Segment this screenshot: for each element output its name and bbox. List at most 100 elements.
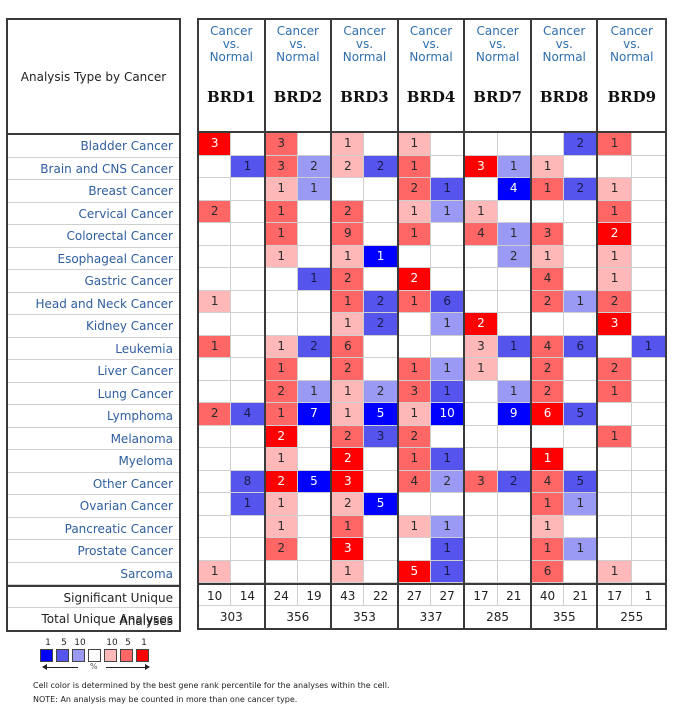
cancer-label[interactable]: Colorectal Cancer [8,225,179,248]
heatmap-cell-up[interactable]: 1 [332,290,365,312]
heatmap-cell-down[interactable]: 9 [497,403,530,425]
heatmap-cell-up[interactable]: 4 [531,470,565,492]
heatmap-cell-up[interactable]: 3 [598,313,632,335]
heatmap-cell-up[interactable]: 1 [199,290,232,312]
heatmap-cell-up[interactable]: 3 [398,380,432,402]
heatmap-cell-down[interactable]: 2 [364,380,397,402]
heatmap-cell-up[interactable]: 2 [598,223,632,245]
heatmap-cell-up[interactable]: 1 [332,245,365,267]
analysis-type-link[interactable]: Cancer vs. Normal [399,20,464,64]
heatmap-cell-up[interactable]: 2 [332,358,365,380]
heatmap-cell-down[interactable]: 1 [497,380,530,402]
heatmap-cell-up[interactable]: 4 [465,223,498,245]
heatmap-cell-up[interactable]: 1 [398,155,432,177]
heatmap-cell-down[interactable]: 1 [431,200,464,222]
heatmap-cell-up[interactable]: 2 [398,425,432,447]
heatmap-cell-up[interactable]: 3 [465,155,498,177]
heatmap-cell-down[interactable]: 1 [431,313,464,335]
heatmap-cell-down[interactable]: 1 [231,155,264,177]
heatmap-cell-up[interactable]: 1 [265,178,298,200]
heatmap-cell-down[interactable]: 1 [297,178,331,200]
heatmap-cell-up[interactable]: 1 [531,538,565,560]
heatmap-cell-up[interactable]: 1 [398,515,432,537]
heatmap-cell-down[interactable]: 1 [564,493,597,515]
heatmap-cell-up[interactable]: 1 [265,223,298,245]
heatmap-cell-down[interactable]: 2 [297,335,331,357]
cancer-label[interactable]: Ovarian Cancer [8,495,179,518]
analysis-type-link[interactable]: Cancer vs. Normal [266,20,331,64]
cancer-label[interactable]: Lung Cancer [8,383,179,405]
heatmap-cell-up[interactable]: 1 [265,493,298,515]
heatmap-cell-up[interactable]: 1 [199,335,232,357]
heatmap-cell-up[interactable]: 1 [465,200,498,222]
heatmap-cell-down[interactable]: 5 [297,470,331,492]
heatmap-cell-up[interactable]: 1 [398,223,432,245]
heatmap-cell-up[interactable]: 3 [332,470,365,492]
heatmap-cell-down[interactable]: 6 [431,290,464,312]
heatmap-cell-up[interactable]: 4 [398,470,432,492]
heatmap-cell-down[interactable]: 1 [231,493,264,515]
heatmap-cell-up[interactable]: 1 [598,268,632,290]
heatmap-cell-up[interactable]: 1 [398,290,432,312]
cancer-label[interactable]: Sarcoma [8,563,179,585]
heatmap-cell-up[interactable]: 4 [531,268,565,290]
heatmap-cell-down[interactable]: 2 [431,470,464,492]
cancer-label[interactable]: Cervical Cancer [8,203,179,225]
heatmap-cell-up[interactable]: 1 [265,448,298,470]
cancer-label[interactable]: Pancreatic Cancer [8,518,179,540]
heatmap-cell-up[interactable]: 4 [531,335,565,357]
analysis-type-link[interactable]: Cancer vs. Normal [199,20,264,64]
cancer-label[interactable]: Other Cancer [8,473,179,495]
cancer-label[interactable]: Prostate Cancer [8,540,179,563]
heatmap-cell-down[interactable]: 1 [431,380,464,402]
heatmap-cell-up[interactable]: 1 [265,200,298,222]
heatmap-cell-up[interactable]: 1 [598,178,632,200]
heatmap-cell-down[interactable]: 7 [297,403,331,425]
heatmap-cell-up[interactable]: 2 [265,470,298,492]
heatmap-cell-down[interactable]: 1 [497,335,530,357]
heatmap-cell-down[interactable]: 2 [497,470,530,492]
heatmap-cell-up[interactable]: 1 [332,560,365,582]
heatmap-cell-up[interactable]: 1 [598,380,632,402]
heatmap-cell-up[interactable]: 1 [465,358,498,380]
heatmap-cell-up[interactable]: 2 [265,538,298,560]
heatmap-cell-up[interactable]: 1 [598,245,632,267]
heatmap-cell-up[interactable]: 2 [332,448,365,470]
heatmap-cell-down[interactable]: 2 [497,245,530,267]
heatmap-cell-up[interactable]: 1 [531,515,565,537]
heatmap-cell-up[interactable]: 1 [332,403,365,425]
heatmap-cell-up[interactable]: 1 [265,245,298,267]
heatmap-cell-down[interactable]: 1 [297,268,331,290]
heatmap-cell-up[interactable]: 1 [332,515,365,537]
heatmap-cell-up[interactable]: 1 [598,425,632,447]
heatmap-cell-up[interactable]: 2 [332,493,365,515]
heatmap-cell-up[interactable]: 2 [598,290,632,312]
heatmap-cell-up[interactable]: 1 [332,313,365,335]
analysis-type-link[interactable]: Cancer vs. Normal [332,20,397,64]
cancer-label[interactable]: Esophageal Cancer [8,248,179,270]
heatmap-cell-up[interactable]: 1 [531,245,565,267]
analysis-type-link[interactable]: Cancer vs. Normal [465,20,530,64]
heatmap-cell-up[interactable]: 1 [531,493,565,515]
heatmap-cell-down[interactable]: 1 [564,290,597,312]
heatmap-cell-down[interactable]: 8 [231,470,264,492]
heatmap-cell-down[interactable]: 1 [631,335,666,357]
heatmap-cell-up[interactable]: 1 [531,178,565,200]
heatmap-cell-down[interactable]: 1 [431,515,464,537]
heatmap-cell-up[interactable]: 1 [598,200,632,222]
heatmap-cell-up[interactable]: 6 [531,403,565,425]
heatmap-cell-down[interactable]: 3 [364,425,397,447]
heatmap-cell-up[interactable]: 3 [332,538,365,560]
heatmap-cell-up[interactable]: 1 [398,403,432,425]
cancer-label[interactable]: Head and Neck Cancer [8,293,179,315]
heatmap-cell-up[interactable]: 3 [465,335,498,357]
heatmap-cell-up[interactable]: 3 [199,133,232,155]
heatmap-cell-up[interactable]: 1 [531,448,565,470]
heatmap-cell-down[interactable]: 1 [431,560,464,582]
heatmap-cell-down[interactable]: 2 [564,133,597,155]
heatmap-cell-down[interactable]: 2 [364,290,397,312]
heatmap-cell-down[interactable]: 5 [364,493,397,515]
heatmap-cell-up[interactable]: 2 [465,313,498,335]
heatmap-cell-up[interactable]: 2 [598,358,632,380]
heatmap-cell-down[interactable]: 6 [564,335,597,357]
